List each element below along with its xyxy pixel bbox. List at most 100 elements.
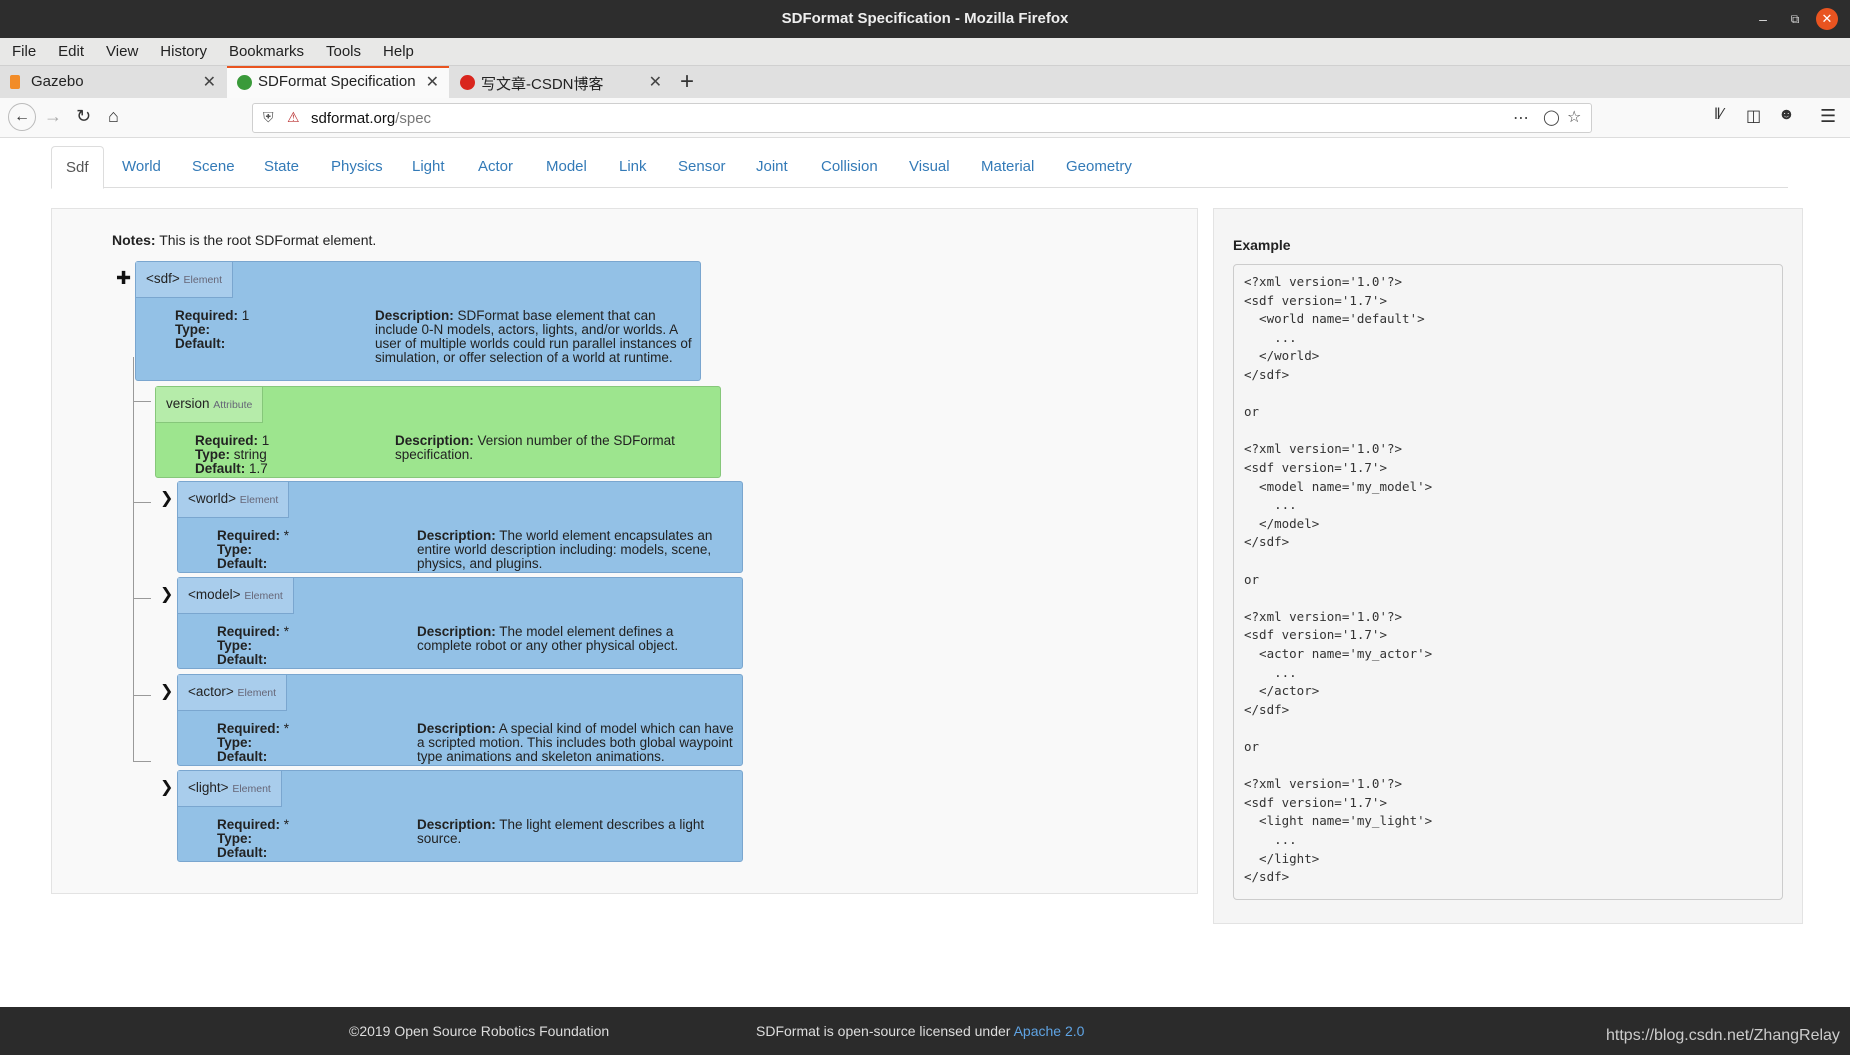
element-description: Description: The light element describes…: [417, 818, 717, 846]
type-label: Type:: [175, 322, 211, 337]
nav-tab-world[interactable]: World: [122, 146, 161, 188]
new-tab-icon[interactable]: +: [680, 68, 694, 96]
nav-tab-link[interactable]: Link: [619, 146, 647, 188]
nav-tab-state[interactable]: State: [264, 146, 299, 188]
tab-sdformat-spec[interactable]: SDFormat Specification ✕: [227, 66, 449, 98]
nav-tab-geometry[interactable]: Geometry: [1066, 146, 1132, 188]
attribute-version: version Attribute Required: 1 Type: stri…: [155, 386, 721, 478]
sidebar-icon[interactable]: ◫: [1746, 106, 1761, 126]
code-line: <sdf version='1.7'>: [1244, 460, 1387, 475]
tree-connector: [133, 401, 151, 402]
code-line: </sdf>: [1244, 701, 1290, 717]
element-header[interactable]: <model> Element: [178, 578, 294, 614]
restore-icon[interactable]: ⧉: [1784, 8, 1806, 30]
description-label: Description:: [417, 624, 496, 639]
menu-tools[interactable]: Tools: [315, 38, 372, 60]
code-line: ...: [1244, 832, 1297, 847]
default-label: Default:: [175, 336, 226, 351]
bookmark-star-icon[interactable]: ☆: [1567, 107, 1581, 127]
code-line: <?xml version='1.0'?>: [1244, 776, 1403, 792]
nav-tab-sensor[interactable]: Sensor: [678, 146, 726, 188]
description-label: Description:: [395, 433, 474, 448]
nav-tab-scene[interactable]: Scene: [192, 146, 235, 188]
element-header[interactable]: <world> Element: [178, 482, 290, 518]
nav-tab-visual[interactable]: Visual: [909, 146, 950, 188]
element-header[interactable]: <sdf> Element: [136, 262, 234, 298]
menu-history[interactable]: History: [149, 38, 218, 60]
menu-help[interactable]: Help: [372, 38, 425, 60]
description-label: Description:: [417, 817, 496, 832]
forward-icon[interactable]: →: [44, 106, 62, 127]
default-label: Default:: [217, 749, 268, 764]
code-line: </world>: [1244, 348, 1320, 364]
url-text[interactable]: sdformat.org/spec: [311, 110, 431, 127]
page-actions-icon[interactable]: ⋯: [1513, 108, 1529, 128]
nav-tab-material[interactable]: Material: [981, 146, 1034, 188]
pocket-icon[interactable]: ◯: [1543, 108, 1560, 126]
account-icon[interactable]: ☻: [1778, 106, 1795, 124]
collapse-plus-icon[interactable]: ✚: [116, 268, 131, 289]
chevron-right-icon[interactable]: ❯: [160, 584, 173, 604]
required-value: *: [283, 624, 290, 639]
nav-tab-model[interactable]: Model: [546, 146, 587, 188]
chevron-right-icon[interactable]: ❯: [160, 777, 173, 797]
license-link[interactable]: Apache 2.0: [1014, 1023, 1085, 1039]
close-window-icon[interactable]: ✕: [1816, 8, 1838, 30]
reload-icon[interactable]: ↻: [76, 106, 91, 127]
library-icon[interactable]: ‖⁄: [1714, 106, 1723, 124]
back-icon[interactable]: ←: [8, 103, 36, 131]
nav-tab-joint[interactable]: Joint: [756, 146, 788, 188]
url-bar[interactable]: ⛨ ⚠ sdformat.org/spec ⋯ ◯ ☆: [252, 103, 1592, 133]
gazebo-icon: [10, 75, 20, 89]
element-header[interactable]: <light> Element: [178, 771, 282, 807]
home-icon[interactable]: ⌂: [108, 106, 119, 127]
csdn-icon: [460, 75, 475, 90]
code-line: <?xml version='1.0'?>: [1244, 608, 1403, 624]
tab-csdn[interactable]: 写文章-CSDN博客 ✕: [450, 66, 672, 98]
close-tab-icon[interactable]: ✕: [426, 72, 439, 92]
menu-file[interactable]: File: [0, 38, 47, 60]
insecure-lock-icon[interactable]: ⚠: [287, 109, 300, 126]
menu-bookmarks[interactable]: Bookmarks: [218, 38, 315, 60]
sdformat-icon: [237, 75, 252, 90]
required-value: 1: [261, 433, 270, 448]
close-tab-icon[interactable]: ✕: [203, 72, 216, 92]
element-description: Description: The world element encapsula…: [417, 529, 737, 571]
attribute-description: Description: Version number of the SDFor…: [395, 434, 695, 462]
code-line: <sdf version='1.7'>: [1244, 794, 1387, 810]
chevron-right-icon[interactable]: ❯: [160, 488, 173, 508]
nav-tab-physics[interactable]: Physics: [331, 146, 383, 188]
tree-connector: [133, 695, 151, 696]
hamburger-menu-icon[interactable]: ☰: [1820, 106, 1836, 127]
menu-view[interactable]: View: [95, 38, 149, 60]
required-label: Required:: [217, 721, 281, 736]
example-panel: Example <?xml version='1.0'?> <sdf versio…: [1213, 208, 1803, 924]
code-line: ...: [1244, 664, 1297, 680]
required-value: *: [283, 528, 290, 543]
page-footer: ©2019 Open Source Robotics Foundation SD…: [0, 1007, 1850, 1055]
type-label: Type:: [217, 735, 253, 750]
nav-tab-light[interactable]: Light: [412, 146, 445, 188]
shield-icon[interactable]: ⛨: [263, 109, 274, 126]
element-description: Description: A special kind of model whi…: [417, 722, 742, 764]
code-line: <actor name='my_actor'>: [1244, 646, 1433, 661]
close-tab-icon[interactable]: ✕: [649, 72, 662, 92]
license-text: SDFormat is open-source licensed under: [756, 1023, 1014, 1039]
element-description: Description: The model element defines a…: [417, 625, 717, 653]
element-name: <world>: [188, 491, 237, 506]
code-line: <world name='default'>: [1244, 311, 1425, 327]
menu-edit[interactable]: Edit: [47, 38, 95, 60]
element-header[interactable]: <actor> Element: [178, 675, 288, 711]
code-line: <?xml version='1.0'?>: [1244, 441, 1403, 457]
element-model: <model> Element Required: * Type: Defaul…: [177, 577, 743, 669]
notes: Notes: This is the root SDFormat element…: [112, 232, 376, 248]
nav-tab-actor[interactable]: Actor: [478, 146, 513, 188]
minimize-icon[interactable]: –: [1752, 8, 1774, 30]
element-name: <actor>: [188, 684, 234, 699]
required-label: Required:: [217, 817, 281, 832]
chevron-right-icon[interactable]: ❯: [160, 681, 173, 701]
nav-tab-collision[interactable]: Collision: [821, 146, 878, 188]
nav-tab-sdf[interactable]: Sdf: [51, 146, 104, 189]
attribute-header[interactable]: version Attribute: [156, 387, 264, 423]
tab-gazebo[interactable]: Gazebo ✕: [0, 66, 226, 98]
